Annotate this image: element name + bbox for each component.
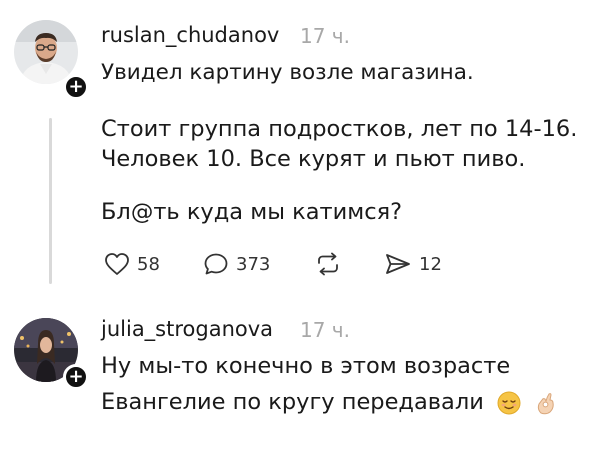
reply-text-line-2-wrap: Евангелие по кругу передавали	[101, 389, 558, 415]
comment-bubble-icon	[204, 253, 228, 275]
relieved-face-icon	[497, 391, 521, 414]
post-time: 17 ч.	[300, 24, 350, 48]
like-count: 58	[137, 253, 160, 275]
reply-text-line-1: Ну мы-то конечно в этом возрасте	[101, 353, 511, 379]
thread-line	[49, 118, 52, 284]
post-text-line-2: Стоит группа подростков, лет по 14-16.	[101, 116, 578, 142]
post-text-line-4: Бл@ть куда мы катимся?	[101, 199, 403, 225]
share-count: 12	[419, 253, 442, 275]
post-username[interactable]: ruslan_chudanov	[101, 23, 279, 47]
post-text-line-3: Человек 10. Все курят и пьют пиво.	[101, 146, 526, 172]
avatar-ruslan[interactable]	[14, 20, 78, 84]
like-button[interactable]: 58	[104, 252, 160, 276]
repost-button[interactable]	[314, 252, 349, 276]
reply-text-line-2: Евангелие по кругу передавали	[101, 389, 484, 415]
comment-count: 373	[236, 253, 271, 275]
reply-time: 17 ч.	[300, 318, 350, 342]
share-button[interactable]: 12	[384, 252, 442, 276]
follow-plus-icon[interactable]: +	[63, 364, 89, 390]
reply-username[interactable]: julia_stroganova	[101, 317, 273, 341]
heart-icon	[105, 253, 129, 275]
follow-plus-icon[interactable]: +	[63, 74, 89, 100]
ok-hand-icon	[537, 392, 554, 414]
comment-button[interactable]: 373	[203, 252, 270, 276]
repost-icon	[318, 252, 338, 276]
post-text-line-1: Увидел картину возле магазина.	[101, 60, 474, 85]
send-icon	[386, 254, 410, 274]
